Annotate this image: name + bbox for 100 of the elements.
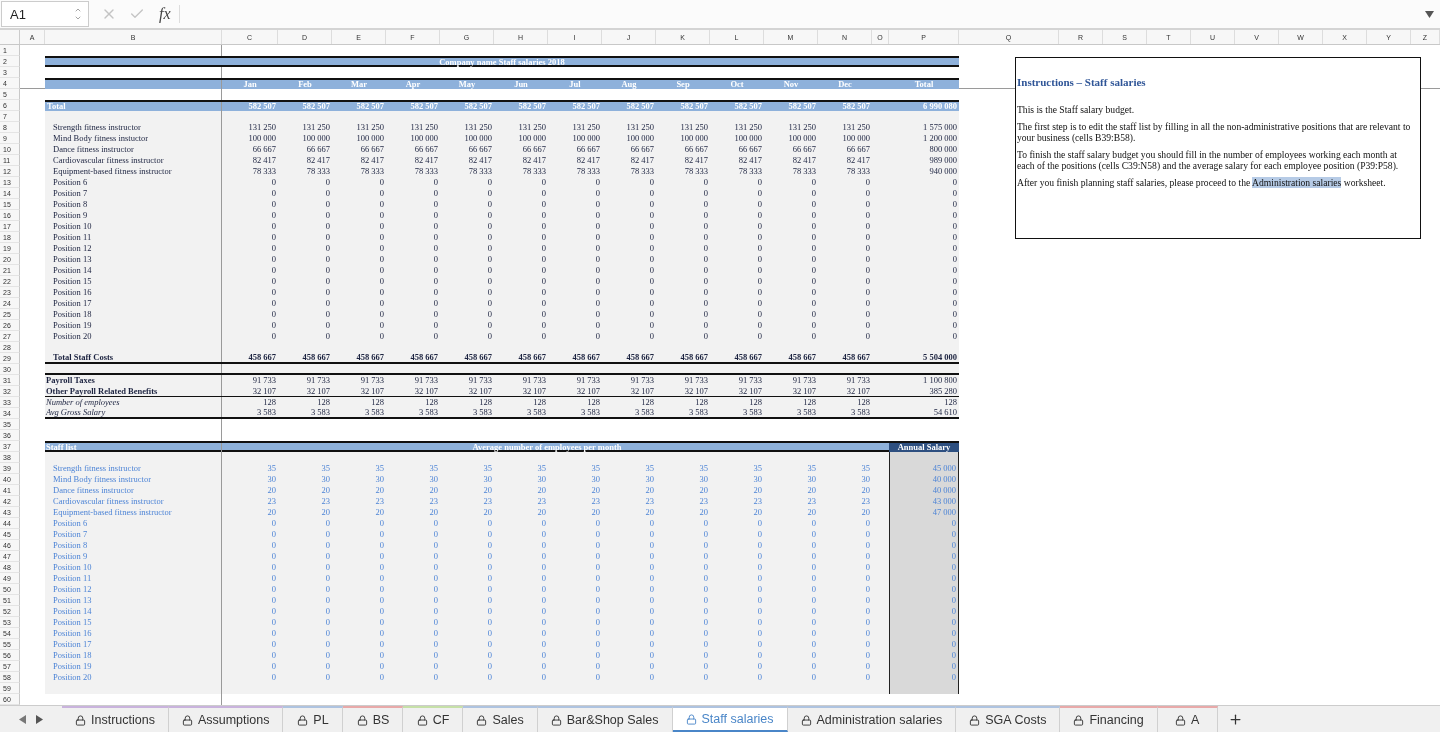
table-cell-text: 0 xyxy=(594,243,601,254)
lock-icon xyxy=(75,714,86,726)
table-cell-text: 0 xyxy=(540,617,547,628)
table-cell-text: 0 xyxy=(810,595,817,606)
table-cell-text: 0 xyxy=(864,320,871,331)
sheet-tab[interactable]: A xyxy=(1157,706,1218,732)
table-cell-text: 0 xyxy=(702,177,709,188)
table-cell-text: 0 xyxy=(810,320,817,331)
table-cell-text: 82 417 xyxy=(683,155,709,166)
table-cell-text: 0 xyxy=(378,199,385,210)
table-cell: 0 xyxy=(889,617,959,628)
table-cell-text: 0 xyxy=(756,584,763,595)
table-cell-text: 66 667 xyxy=(305,144,331,155)
table-cell-text: 0 xyxy=(270,265,277,276)
table-cell-text: 0 xyxy=(594,331,601,342)
table-cell-text: 0 xyxy=(648,210,655,221)
table-cell-text: 0 xyxy=(378,606,385,617)
instructions-title: Instructions – Staff salaries xyxy=(1017,76,1147,88)
next-sheet-icon[interactable] xyxy=(34,714,45,724)
table-cell-text: 30 xyxy=(806,474,817,485)
sheet-tab[interactable]: Financing xyxy=(1060,706,1158,732)
table-cell-text: 0 xyxy=(378,298,385,309)
table-cell-text: 0 xyxy=(270,584,277,595)
sheet-tab[interactable]: Bar&Shop Sales xyxy=(537,706,673,732)
table-cell-text: 100 000 xyxy=(517,133,547,144)
sheet-tab[interactable]: SGA Costs xyxy=(956,706,1061,732)
table-cell-text: 0 xyxy=(432,661,439,672)
table-cell-text: 20 xyxy=(806,507,817,518)
table-cell-text: 0 xyxy=(432,331,439,342)
previous-sheet-icon[interactable] xyxy=(17,714,28,724)
sheet-tab[interactable]: Assumptions xyxy=(168,706,284,732)
table-cell-text: 0 xyxy=(756,551,763,562)
table-cell-text: 0 xyxy=(594,199,601,210)
table-cell-text: 0 xyxy=(756,320,763,331)
table-cell-text: 0 xyxy=(540,276,547,287)
table-cell-text: 0 xyxy=(702,628,709,639)
function-button[interactable]: fx xyxy=(159,5,180,23)
table-cell-text: 32 107 xyxy=(251,386,277,396)
table-cell-text: 0 xyxy=(702,221,709,232)
table-cell-text: 0 xyxy=(324,650,331,661)
table-cell-text: 3 583 xyxy=(741,408,763,417)
table-cell-text: 0 xyxy=(648,276,655,287)
table-cell-text: 66 667 xyxy=(683,144,709,155)
table-cell-text: 131 250 xyxy=(409,122,439,133)
table-cell-text: 128 xyxy=(478,397,493,408)
caret-icon[interactable] xyxy=(1425,10,1434,18)
table-cell-text: 0 xyxy=(540,540,547,551)
table-cell-text: 30 xyxy=(860,474,871,485)
table-cell-text: 128 xyxy=(586,397,601,408)
table-cell-text: 0 xyxy=(378,276,385,287)
cell-reference-field[interactable]: A1 xyxy=(1,1,89,27)
table-cell-text: 128 xyxy=(262,397,277,408)
table-cell-text: 0 xyxy=(540,221,547,232)
table-cell: Total Staff Costs xyxy=(45,353,222,362)
table-cell-text: 0 xyxy=(810,309,817,320)
table-cell-text: 0 xyxy=(756,661,763,672)
table-cell-text: 0 xyxy=(702,639,709,650)
table-cell-text: 0 xyxy=(756,518,763,529)
table-cell-text: 78 333 xyxy=(683,166,709,177)
table-cell-text: 0 xyxy=(594,309,601,320)
instructions-paragraph: The first step is to edit the staff list by filling in all the non-administrative positions that are relevant to your business (cells B39:B58). xyxy=(1017,121,1412,143)
column-header: Oct xyxy=(729,80,745,89)
column-header: Average number of employees per month xyxy=(471,443,623,452)
table-cell-text: 0 xyxy=(270,606,277,617)
table-cell-text: 0 xyxy=(270,650,277,661)
sheet-tab[interactable]: PL xyxy=(283,706,344,732)
table-cell-text: 0 xyxy=(756,210,763,221)
table-cell-text: 0 xyxy=(378,639,385,650)
sheet-tab[interactable]: CF xyxy=(403,706,464,732)
table-cell-text: 0 xyxy=(594,177,601,188)
table-cell-text: 91 733 xyxy=(521,375,547,386)
table-cell-text: 0 xyxy=(810,188,817,199)
table-cell-text: 0 xyxy=(540,210,547,221)
sheet-tab[interactable]: Instructions xyxy=(62,706,169,732)
sheet-tab[interactable]: BS xyxy=(343,706,404,732)
table-cell-text: 0 xyxy=(756,650,763,661)
table-cell-text: 128 xyxy=(943,397,958,408)
table-cell-text: 0 xyxy=(540,529,547,540)
table-cell-text: 3 583 xyxy=(309,408,331,417)
table-cell-text: 582 507 xyxy=(787,102,817,111)
plus-icon xyxy=(1227,711,1243,727)
table-cell-text: 0 xyxy=(810,606,817,617)
sheet-tab[interactable]: Sales xyxy=(463,706,538,732)
table-cell-text: 0 xyxy=(540,573,547,584)
table-cell-text: 3 583 xyxy=(795,408,817,417)
table-cell-text: 0 xyxy=(648,232,655,243)
table-cell-text: 0 xyxy=(324,661,331,672)
table-cell-text: 5 504 000 xyxy=(922,353,958,362)
table-cell-text: 20 xyxy=(374,485,385,496)
column-header: Dec xyxy=(837,80,853,89)
lock-icon xyxy=(550,714,562,726)
sheet-tab[interactable]: Administration salaries xyxy=(787,706,957,732)
table-cell-text: 0 xyxy=(594,540,601,551)
table-cell-text: 0 xyxy=(324,177,331,188)
table-cell-text: 0 xyxy=(486,573,493,584)
table-cell-text: 66 667 xyxy=(413,144,439,155)
stepper-icon[interactable] xyxy=(74,6,82,22)
table-cell: 0 xyxy=(889,639,959,650)
sheet-tab[interactable]: Staff salaries xyxy=(672,706,788,732)
table-cell-text: 66 667 xyxy=(737,144,763,155)
